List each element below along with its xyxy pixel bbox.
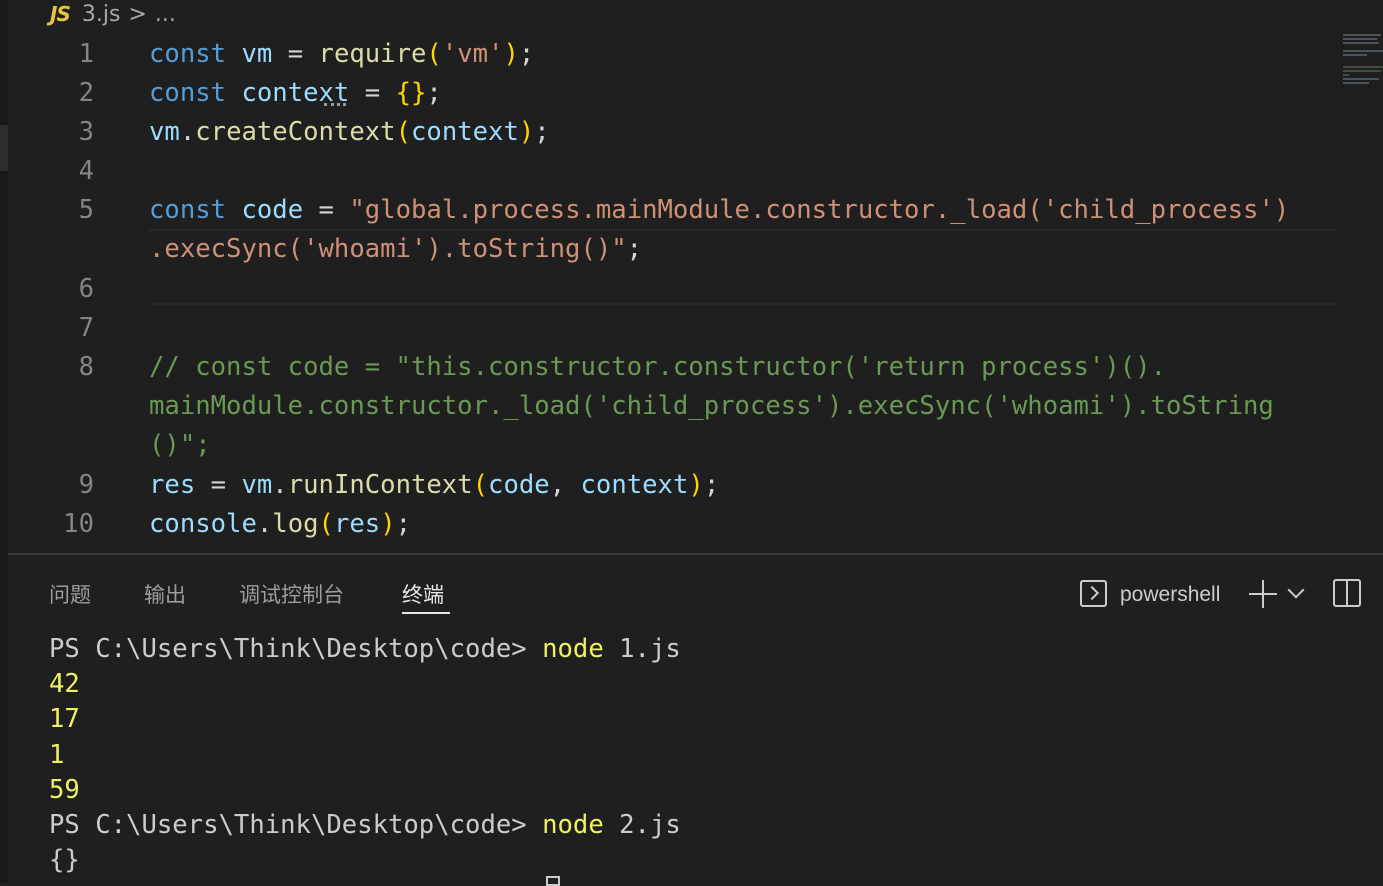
line-number: 8 (78, 352, 94, 382)
paren: ) (380, 509, 396, 539)
string-literal: "global.process.mainModule.constructor._… (349, 195, 1290, 225)
terminal-line: {} (49, 845, 80, 876)
terminal-argument: 1.js (603, 634, 681, 664)
comment-line: // const code = "this.constructor.constr… (149, 352, 1166, 382)
dot: . (256, 509, 273, 539)
code-line: res = vm.runInContext(code, context); (149, 466, 719, 505)
terminal-line: PS C:\Users\Think\Desktop\code> node 1.j… (49, 632, 1369, 667)
operator: = (349, 78, 396, 108)
identifier: context (241, 78, 350, 108)
paren: ) (503, 39, 519, 69)
identifier: console (149, 509, 257, 539)
semicolon: ; (626, 234, 643, 264)
code-line: vm.createContext(context); (149, 113, 550, 152)
terminal-line: 59 (49, 774, 80, 805)
terminal-command: node (542, 634, 604, 664)
code-line: console.log(res); (149, 505, 411, 544)
line-number: 5 (78, 195, 94, 225)
chevron-right-icon: > (128, 1, 147, 27)
paren: ( (426, 39, 442, 69)
terminal-prompt: PS C:\Users\Think\Desktop\code> (49, 634, 543, 664)
dot: . (179, 117, 196, 147)
semicolon: ; (395, 509, 412, 539)
operator: = (195, 470, 242, 500)
terminal-line: 1 (49, 739, 65, 770)
tab-terminal[interactable]: 终端 (402, 575, 444, 615)
line-number: 7 (78, 313, 94, 343)
js-file-icon: JS (50, 2, 71, 26)
terminal-output[interactable]: PS C:\Users\Think\Desktop\code> node 1.j… (49, 632, 1369, 878)
brace: { (395, 78, 411, 108)
comment-line-wrap: mainModule.constructor._load('child_proc… (149, 391, 1274, 421)
argument: code (488, 470, 550, 500)
argument: context (580, 470, 689, 500)
semicolon: ; (518, 39, 535, 69)
tab-output[interactable]: 输出 (144, 575, 186, 615)
terminal-line: PS C:\Users\Think\Desktop\code> node 2.j… (49, 808, 1369, 843)
code-line: const context = {}; (149, 74, 442, 113)
minimap[interactable] (1343, 30, 1383, 92)
line-number: 4 (78, 156, 94, 186)
semicolon: ; (534, 117, 550, 147)
function-name: createContext (195, 117, 396, 147)
terminal-argument: 2.js (603, 809, 681, 840)
keyword: const (149, 39, 227, 69)
function-name: require (318, 39, 427, 69)
comma: , (549, 470, 581, 500)
breadcrumb-symbols[interactable]: ... (155, 2, 176, 27)
dot: . (272, 470, 288, 500)
chevron-down-icon[interactable] (1287, 581, 1305, 599)
identifier: res (149, 470, 196, 500)
code-editor[interactable]: 1 const vm = require('vm'); 2 const cont… (0, 34, 1383, 550)
keyword: const (149, 195, 227, 225)
panel-divider[interactable] (8, 553, 1383, 555)
line-number: 6 (78, 274, 94, 304)
paren: ( (472, 470, 489, 500)
argument: context (411, 117, 519, 147)
comment-line-wrap: ()"; (149, 430, 211, 460)
code-line: const vm = require('vm'); (149, 35, 534, 74)
argument: res (333, 509, 381, 539)
breadcrumb-file[interactable]: 3.js (82, 2, 121, 27)
plus-icon[interactable] (1249, 580, 1277, 608)
line-number: 3 (78, 117, 94, 147)
tab-debug-console[interactable]: 调试控制台 (239, 575, 344, 615)
identifier: vm (149, 117, 180, 147)
terminal-prompt: PS C:\Users\Think\Desktop\code> (49, 809, 543, 840)
paren: ( (395, 117, 411, 147)
line-number: 2 (78, 78, 94, 108)
semicolon: ; (426, 78, 442, 108)
terminal-line: 17 (49, 704, 80, 735)
string-literal: .execSync('whoami').toString()" (149, 234, 627, 264)
terminal-actions: powershell (1063, 575, 1383, 615)
identifier: vm (241, 39, 273, 69)
code-line: const code = "global.process.mainModule.… (149, 191, 1289, 230)
operator: = (303, 195, 350, 225)
split-terminal-icon[interactable] (1333, 579, 1361, 607)
semicolon: ; (703, 470, 720, 500)
paren: ) (518, 117, 535, 147)
line-number: 1 (78, 39, 94, 69)
keyword: const (149, 78, 227, 108)
terminal-cursor (546, 876, 560, 886)
string-literal: 'vm' (441, 39, 504, 69)
paren: ) (688, 470, 704, 500)
active-tab-indicator (402, 612, 450, 614)
function-name: runInContext (287, 470, 473, 500)
operator: = (272, 39, 319, 69)
terminal-selector[interactable]: powershell (1120, 575, 1220, 615)
terminal-line: 42 (49, 669, 80, 700)
line-number: 10 (63, 509, 94, 539)
identifier: vm (241, 470, 273, 500)
identifier: code (241, 195, 304, 225)
breadcrumb: JS 3.js > ... (50, 0, 176, 28)
code-line-wrap: .execSync('whoami').toString()"; (149, 230, 642, 269)
terminal-command: node (542, 809, 604, 840)
line-number: 9 (78, 470, 94, 500)
terminal-icon (1080, 580, 1107, 607)
function-name: log (272, 509, 319, 539)
brace: } (411, 78, 427, 108)
paren: ( (318, 509, 334, 539)
tab-problems[interactable]: 问题 (49, 575, 91, 615)
